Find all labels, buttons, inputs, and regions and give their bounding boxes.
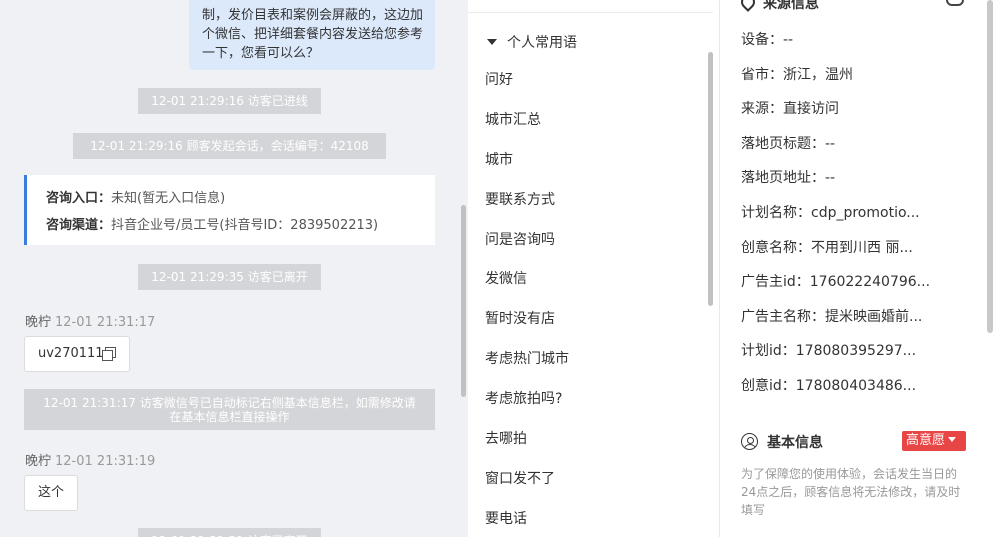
consult-entry-value: 未知(暂无入口信息)	[111, 191, 226, 206]
system-notice: 12-01 21:29:16 顾客发起会话，会话编号：42108	[73, 133, 386, 159]
user-icon	[741, 433, 758, 450]
phrase-item[interactable]: 窗口发不了	[485, 459, 569, 499]
caret-down-icon	[487, 39, 497, 45]
source-info-header: 来源信息	[738, 0, 819, 13]
visitor-profile-panel: 来源信息 设备：-- 省市：浙江，温州 来源：直接访问 落地页标题：-- 落地页…	[721, 0, 996, 537]
phrase-item[interactable]: 暂时没有店	[485, 299, 569, 339]
intent-dropdown[interactable]: 高意愿	[902, 431, 966, 451]
consult-channel-label: 咨询渠道：	[46, 218, 112, 233]
phrase-item[interactable]: 问是咨询吗	[485, 220, 569, 260]
source-field: 广告主名称：提米映画婚前...	[741, 308, 923, 325]
phrase-item[interactable]: 要联系方式	[485, 180, 569, 220]
source-field: 设备：--	[741, 32, 794, 48]
sender-name: 晚柠	[25, 315, 52, 330]
phrase-item[interactable]: 考虑旅拍吗?	[485, 379, 569, 419]
system-notice: 12-01 21:29:16 访客已进线	[138, 88, 321, 114]
consult-info-card: 咨询入口：未知(暂无入口信息) 咨询渠道：抖音企业号/员工号(抖音号ID：283…	[24, 175, 435, 245]
phrase-item[interactable]: 考虑热门城市	[485, 339, 569, 379]
copy-icon[interactable]	[101, 347, 116, 361]
source-info-title: 来源信息	[763, 0, 819, 12]
consult-entry-label: 咨询入口：	[46, 191, 112, 206]
phrase-group-label: 个人常用语	[507, 35, 577, 51]
message-text: 这个	[38, 485, 65, 500]
consult-channel-row: 咨询渠道：抖音企业号/员工号(抖音号ID：2839502213)	[46, 212, 435, 239]
basic-info-title: 基本信息	[767, 435, 823, 451]
source-field: 来源：直接访问	[741, 101, 839, 118]
phrase-item[interactable]: 城市汇总	[485, 100, 569, 140]
message-time: 12-01 21:31:19	[55, 454, 156, 469]
caret-down-icon	[948, 437, 957, 442]
system-notice: 12-01 21:31:21 访客已离开	[138, 528, 321, 537]
source-field: 计划名称：cdp_promotio...	[741, 204, 920, 221]
location-pin-icon	[738, 0, 758, 12]
source-field: 计划id：178080395297...	[741, 343, 917, 360]
phrase-item[interactable]: 问好	[485, 60, 569, 100]
message-sender: 晚柠 12-01 21:31:19	[25, 450, 155, 469]
agent-message-bubble: 制，发价目表和案例会屏蔽的，这边加个微信、把详细套餐内容发送给您参考一下，您看可…	[189, 0, 435, 70]
divider	[468, 12, 713, 13]
profile-scrollbar[interactable]	[987, 0, 993, 333]
phrase-item[interactable]: 要电话	[485, 499, 569, 537]
edit-icon[interactable]	[946, 0, 964, 6]
source-field: 落地页标题：--	[741, 135, 836, 152]
system-notice: 12-01 21:29:35 访客已离开	[138, 264, 321, 290]
source-field: 广告主id：176022240796...	[741, 274, 931, 291]
system-notice: 12-01 21:31:17 访客微信号已自动标记右侧基本信息栏，如需修改请在基…	[24, 389, 435, 430]
visitor-message-bubble: 这个	[24, 475, 79, 511]
consult-entry-row: 咨询入口：未知(暂无入口信息)	[46, 185, 435, 212]
chat-scrollbar[interactable]	[461, 205, 466, 397]
message-text: uv270111	[38, 346, 104, 361]
source-field: 创意id：178080403486...	[741, 377, 917, 394]
intent-badge-label: 高意愿	[906, 433, 946, 448]
sender-name: 晚柠	[25, 454, 52, 469]
phrase-group-header[interactable]: 个人常用语	[487, 32, 577, 52]
message-time: 12-01 21:31:17	[55, 315, 156, 330]
source-field: 落地页地址：--	[741, 170, 836, 187]
quick-phrases-panel: 个人常用语 问好 城市汇总 城市 要联系方式 问是咨询吗 发微信 暂时没有店 考…	[468, 0, 720, 537]
source-field: 省市：浙江，温州	[741, 66, 853, 83]
phrases-scrollbar[interactable]	[708, 52, 713, 306]
phrase-list: 问好 城市汇总 城市 要联系方式 问是咨询吗 发微信 暂时没有店 考虑热门城市 …	[485, 60, 569, 537]
phrase-item[interactable]: 城市	[485, 140, 569, 180]
phrase-item[interactable]: 去哪拍	[485, 419, 569, 459]
visitor-message-bubble: uv270111	[24, 336, 130, 372]
consult-channel-value: 抖音企业号/员工号(抖音号ID：2839502213)	[111, 218, 379, 233]
source-field-list: 设备：-- 省市：浙江，温州 来源：直接访问 落地页标题：-- 落地页地址：--…	[741, 23, 930, 404]
message-sender: 晚柠 12-01 21:31:17	[25, 311, 155, 330]
source-field: 创意名称：不用到川西 丽...	[741, 239, 913, 256]
edit-notice: 为了保障您的使用体验，会话发生当日的24点之后，顾客信息将无法修改，请及时填写	[741, 467, 961, 517]
basic-info-header: 基本信息	[741, 432, 823, 452]
chat-panel: 制，发价目表和案例会屏蔽的，这边加个微信、把详细套餐内容发送给您参考一下，您看可…	[0, 0, 468, 537]
phrase-item[interactable]: 发微信	[485, 259, 569, 299]
